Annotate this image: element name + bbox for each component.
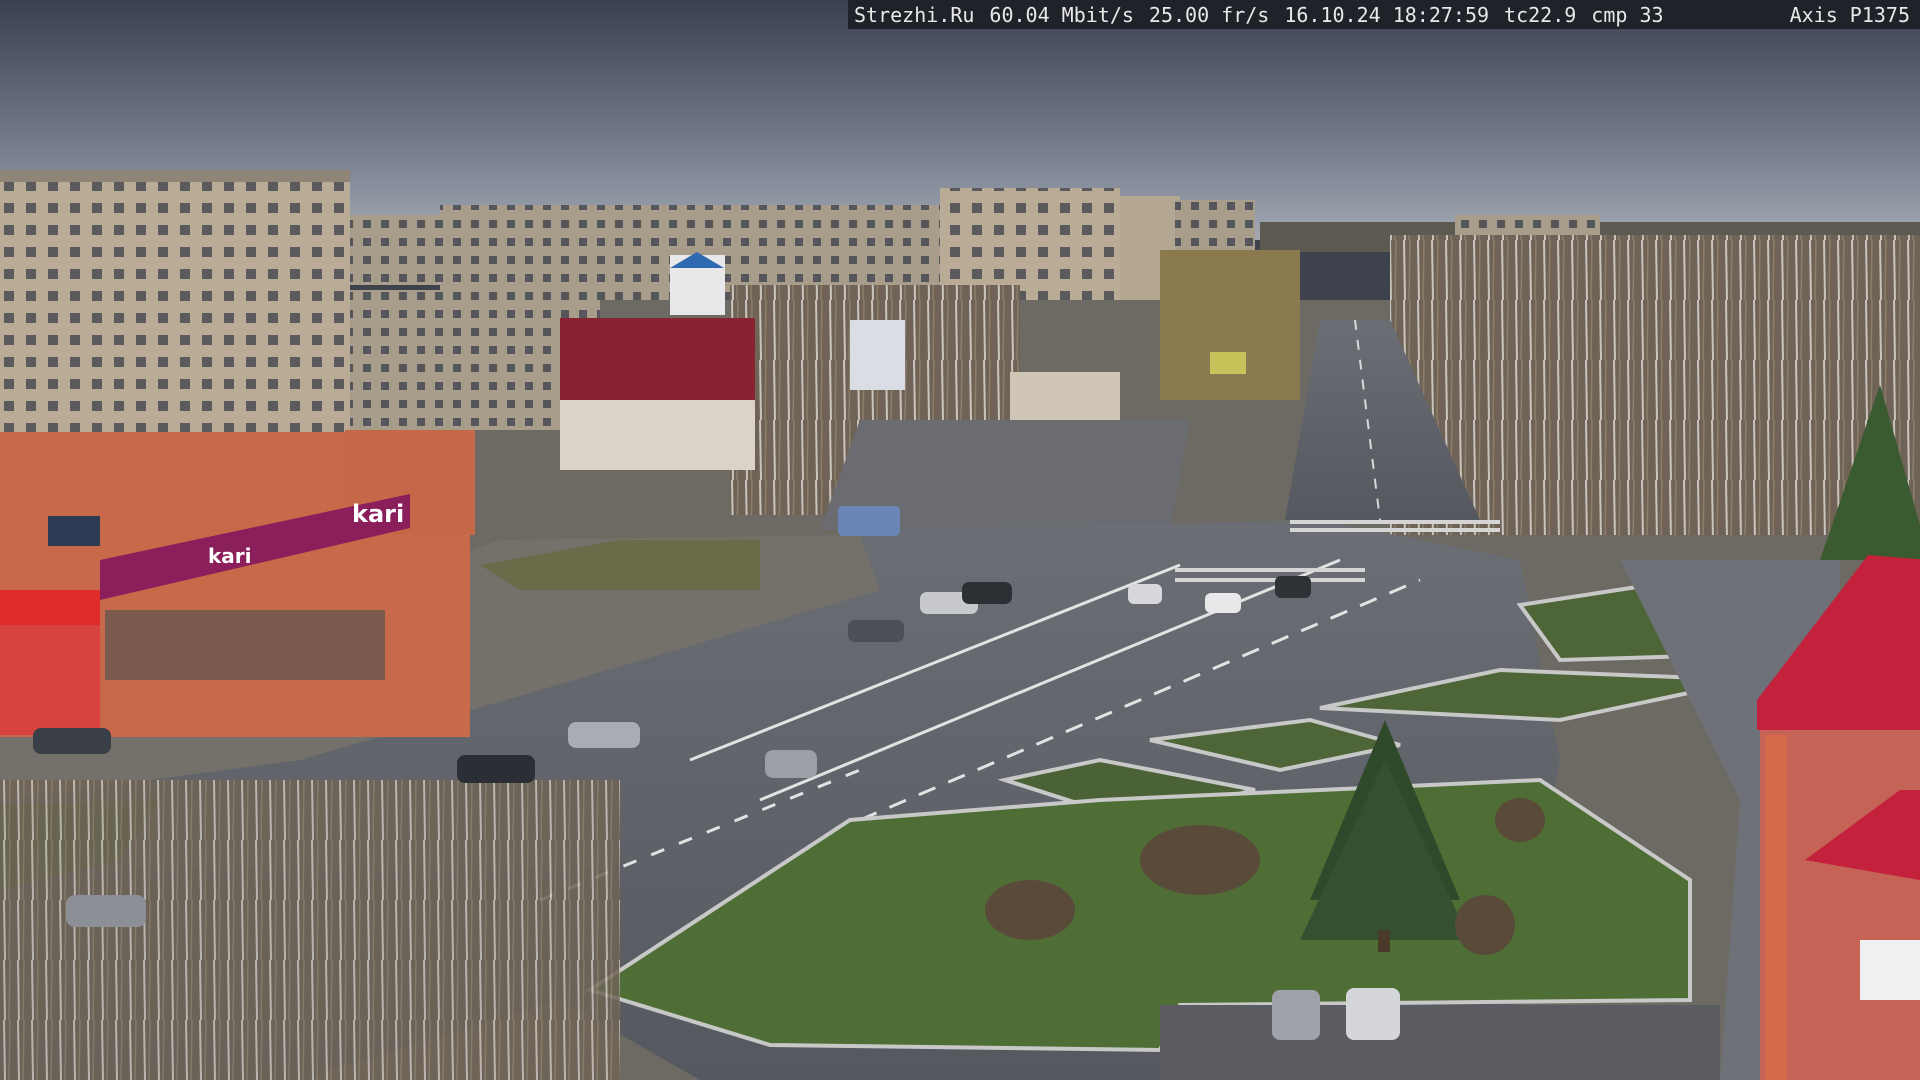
overlay-site: Strezhi.Ru: [854, 2, 975, 27]
city-square-scene: kari kari: [0, 0, 1920, 1080]
pavilion: [1010, 372, 1120, 420]
overlay-camera-model: Axis P1375: [1789, 2, 1910, 27]
camera-info-overlay: Strezhi.Ru 60.04 Mbit/s 25.00 fr/s 16.10…: [848, 0, 1920, 29]
webcam-frame: kari kari Strezhi.Ru 60.04 Mbit/s 25.00 …: [0, 0, 1920, 1080]
foreground-birches: [0, 780, 620, 1080]
kari-store-sign: kari: [352, 500, 404, 528]
kari-store-sign-small: kari: [208, 544, 252, 568]
overlay-datetime: 16.10.24 18:27:59: [1284, 2, 1490, 27]
billboard: [1210, 352, 1246, 374]
trees-by-boulevard: [1160, 250, 1300, 400]
overlay-bitrate: 60.04 Mbit/s: [989, 2, 1134, 27]
kari-store-building: [0, 430, 475, 737]
parking-lot-bottom: [1160, 1005, 1720, 1080]
overlay-framerate: 25.00 fr/s: [1148, 2, 1270, 27]
birch-grove-right: [1390, 235, 1920, 535]
overlay-tc: tc22.9: [1504, 2, 1577, 27]
overlay-cmp: cmp 33: [1591, 2, 1664, 27]
